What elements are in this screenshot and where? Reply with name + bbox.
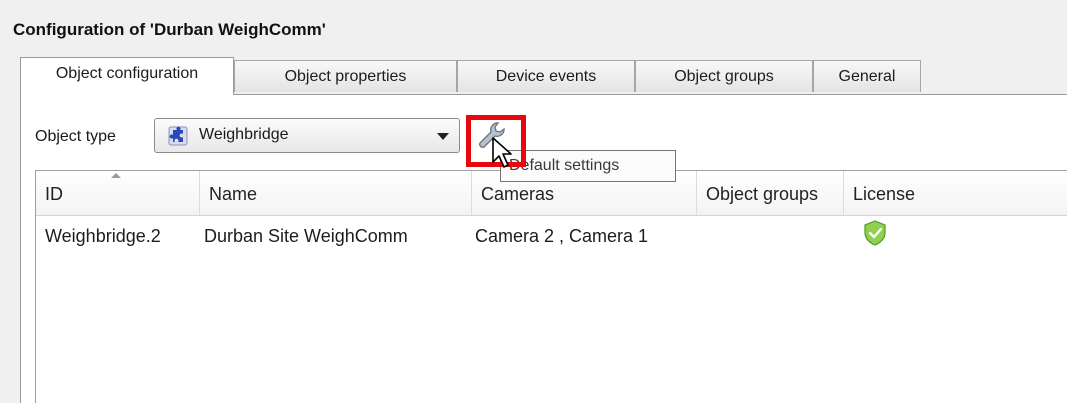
sort-ascending-icon xyxy=(111,173,121,178)
mouse-pointer-icon xyxy=(492,137,512,168)
column-header-license[interactable]: License xyxy=(844,171,1067,215)
cell-id: Weighbridge.2 xyxy=(45,226,161,246)
window-title: Configuration of 'Durban WeighComm' xyxy=(13,20,326,39)
license-shield-check-icon xyxy=(864,220,886,246)
cell-name: Durban Site WeighComm xyxy=(204,226,408,246)
tab-device-events[interactable]: Device events xyxy=(457,60,635,92)
chevron-down-icon[interactable] xyxy=(437,133,449,140)
tab-object-properties[interactable]: Object properties xyxy=(234,60,457,92)
table-row[interactable]: Weighbridge.2 Durban Site WeighComm Came… xyxy=(36,218,1067,252)
column-header-id-label: ID xyxy=(45,184,63,204)
column-header-object-groups[interactable]: Object groups xyxy=(697,171,844,215)
puzzle-icon xyxy=(168,126,188,146)
object-type-value: Weighbridge xyxy=(199,126,289,143)
tab-object-groups[interactable]: Object groups xyxy=(635,60,813,92)
cell-cameras: Camera 2 , Camera 1 xyxy=(475,226,649,246)
cell-object-groups xyxy=(697,218,844,252)
column-header-id[interactable]: ID xyxy=(36,171,200,215)
default-settings-tooltip: Default settings xyxy=(500,150,676,182)
tab-general[interactable]: General xyxy=(813,60,921,92)
tab-object-configuration[interactable]: Object configuration xyxy=(20,57,234,95)
object-type-select[interactable]: Weighbridge xyxy=(154,118,460,153)
object-type-label: Object type xyxy=(35,128,116,145)
column-header-name[interactable]: Name xyxy=(200,171,472,215)
